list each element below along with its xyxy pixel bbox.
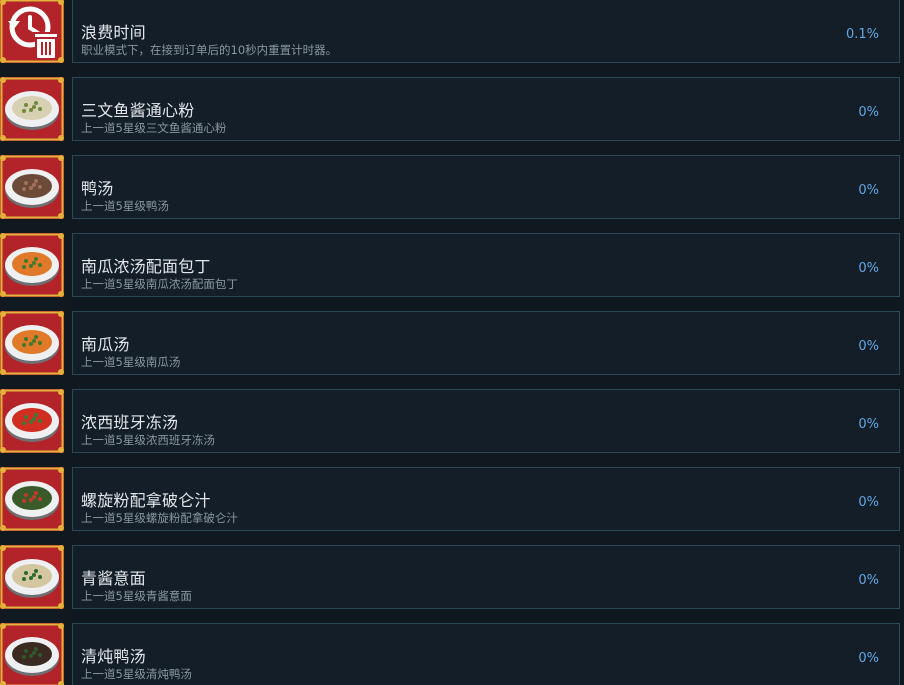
achievement-title: 青酱意面 (81, 569, 146, 588)
achievement-title: 螺旋粉配拿破仑汁 (81, 491, 211, 510)
achievement-description: 上一道5星级青酱意面 (81, 589, 192, 603)
achievement-description: 上一道5星级鸭汤 (81, 199, 169, 213)
achievement-title: 三文鱼酱通心粉 (81, 101, 195, 120)
salmon-macaroni-dish-icon[interactable] (0, 77, 64, 141)
achievement-description: 上一道5星级南瓜浓汤配面包丁 (81, 277, 238, 291)
unlock-percentage: 0% (858, 417, 879, 432)
unlock-percentage: 0% (858, 573, 879, 588)
achievement-card: 浓西班牙冻汤 上一道5星级浓西班牙冻汤 0% (72, 389, 900, 453)
unlock-percentage: 0% (858, 183, 879, 198)
achievement-description: 上一道5星级南瓜汤 (81, 355, 181, 369)
achievement-card: 浪费时间 职业模式下，在接到订单后的10秒内重置计时器。 0.1% (72, 0, 900, 63)
achievement-row-salmon-macaroni[interactable]: 三文鱼酱通心粉 上一道5星级三文鱼酱通心粉 0% (0, 77, 904, 143)
achievement-row-waste-time[interactable]: 浪费时间 职业模式下，在接到订单后的10秒内重置计时器。 0.1% (0, 0, 904, 65)
achievement-card: 青酱意面 上一道5星级青酱意面 0% (72, 545, 900, 609)
unlock-percentage: 0% (858, 651, 879, 666)
unlock-percentage: 0.1% (845, 27, 879, 42)
unlock-percentage: 0% (858, 261, 879, 276)
consomme-duck-soup-dish-icon[interactable] (0, 623, 64, 685)
achievement-row-consomme-duck-soup[interactable]: 清炖鸭汤 上一道5星级清炖鸭汤 0% (0, 623, 904, 685)
unlock-percentage: 0% (858, 105, 879, 120)
achievement-title: 鸭汤 (81, 179, 114, 198)
pumpkin-soup-dish-icon[interactable] (0, 311, 64, 375)
achievement-title: 南瓜浓汤配面包丁 (81, 257, 211, 276)
pesto-pasta-dish-icon[interactable] (0, 545, 64, 609)
fusilli-napolitana-dish-icon[interactable] (0, 467, 64, 531)
achievement-row-fusilli-napolitana[interactable]: 螺旋粉配拿破仑汁 上一道5星级螺旋粉配拿破仑汁 0% (0, 467, 904, 533)
achievement-title: 浪费时间 (81, 23, 146, 42)
achievement-title: 南瓜汤 (81, 335, 130, 354)
duck-soup-dish-icon[interactable] (0, 155, 64, 219)
achievement-description: 职业模式下，在接到订单后的10秒内重置计时器。 (81, 43, 338, 57)
achievement-card: 螺旋粉配拿破仑汁 上一道5星级螺旋粉配拿破仑汁 0% (72, 467, 900, 531)
achievement-row-gazpacho[interactable]: 浓西班牙冻汤 上一道5星级浓西班牙冻汤 0% (0, 389, 904, 455)
clock-reset-trash-icon[interactable] (0, 0, 64, 63)
pumpkin-soup-croutons-dish-icon[interactable] (0, 233, 64, 297)
achievement-card: 南瓜浓汤配面包丁 上一道5星级南瓜浓汤配面包丁 0% (72, 233, 900, 297)
achievement-card: 清炖鸭汤 上一道5星级清炖鸭汤 0% (72, 623, 900, 685)
achievement-row-duck-soup[interactable]: 鸭汤 上一道5星级鸭汤 0% (0, 155, 904, 221)
gazpacho-dish-icon[interactable] (0, 389, 64, 453)
achievement-description: 上一道5星级浓西班牙冻汤 (81, 433, 215, 447)
achievement-card: 三文鱼酱通心粉 上一道5星级三文鱼酱通心粉 0% (72, 77, 900, 141)
unlock-percentage: 0% (858, 495, 879, 510)
achievement-card: 鸭汤 上一道5星级鸭汤 0% (72, 155, 900, 219)
achievement-title: 清炖鸭汤 (81, 647, 146, 666)
achievement-description: 上一道5星级螺旋粉配拿破仑汁 (81, 511, 238, 525)
achievement-row-pumpkin-soup-croutons[interactable]: 南瓜浓汤配面包丁 上一道5星级南瓜浓汤配面包丁 0% (0, 233, 904, 299)
achievement-list[interactable]: 浪费时间 职业模式下，在接到订单后的10秒内重置计时器。 0.1% 三文鱼酱通心… (0, 0, 904, 685)
unlock-percentage: 0% (858, 339, 879, 354)
achievement-row-pumpkin-soup[interactable]: 南瓜汤 上一道5星级南瓜汤 0% (0, 311, 904, 377)
achievement-row-pesto-pasta[interactable]: 青酱意面 上一道5星级青酱意面 0% (0, 545, 904, 611)
achievement-description: 上一道5星级三文鱼酱通心粉 (81, 121, 227, 135)
achievement-card: 南瓜汤 上一道5星级南瓜汤 0% (72, 311, 900, 375)
achievement-title: 浓西班牙冻汤 (81, 413, 179, 432)
achievement-description: 上一道5星级清炖鸭汤 (81, 667, 192, 681)
